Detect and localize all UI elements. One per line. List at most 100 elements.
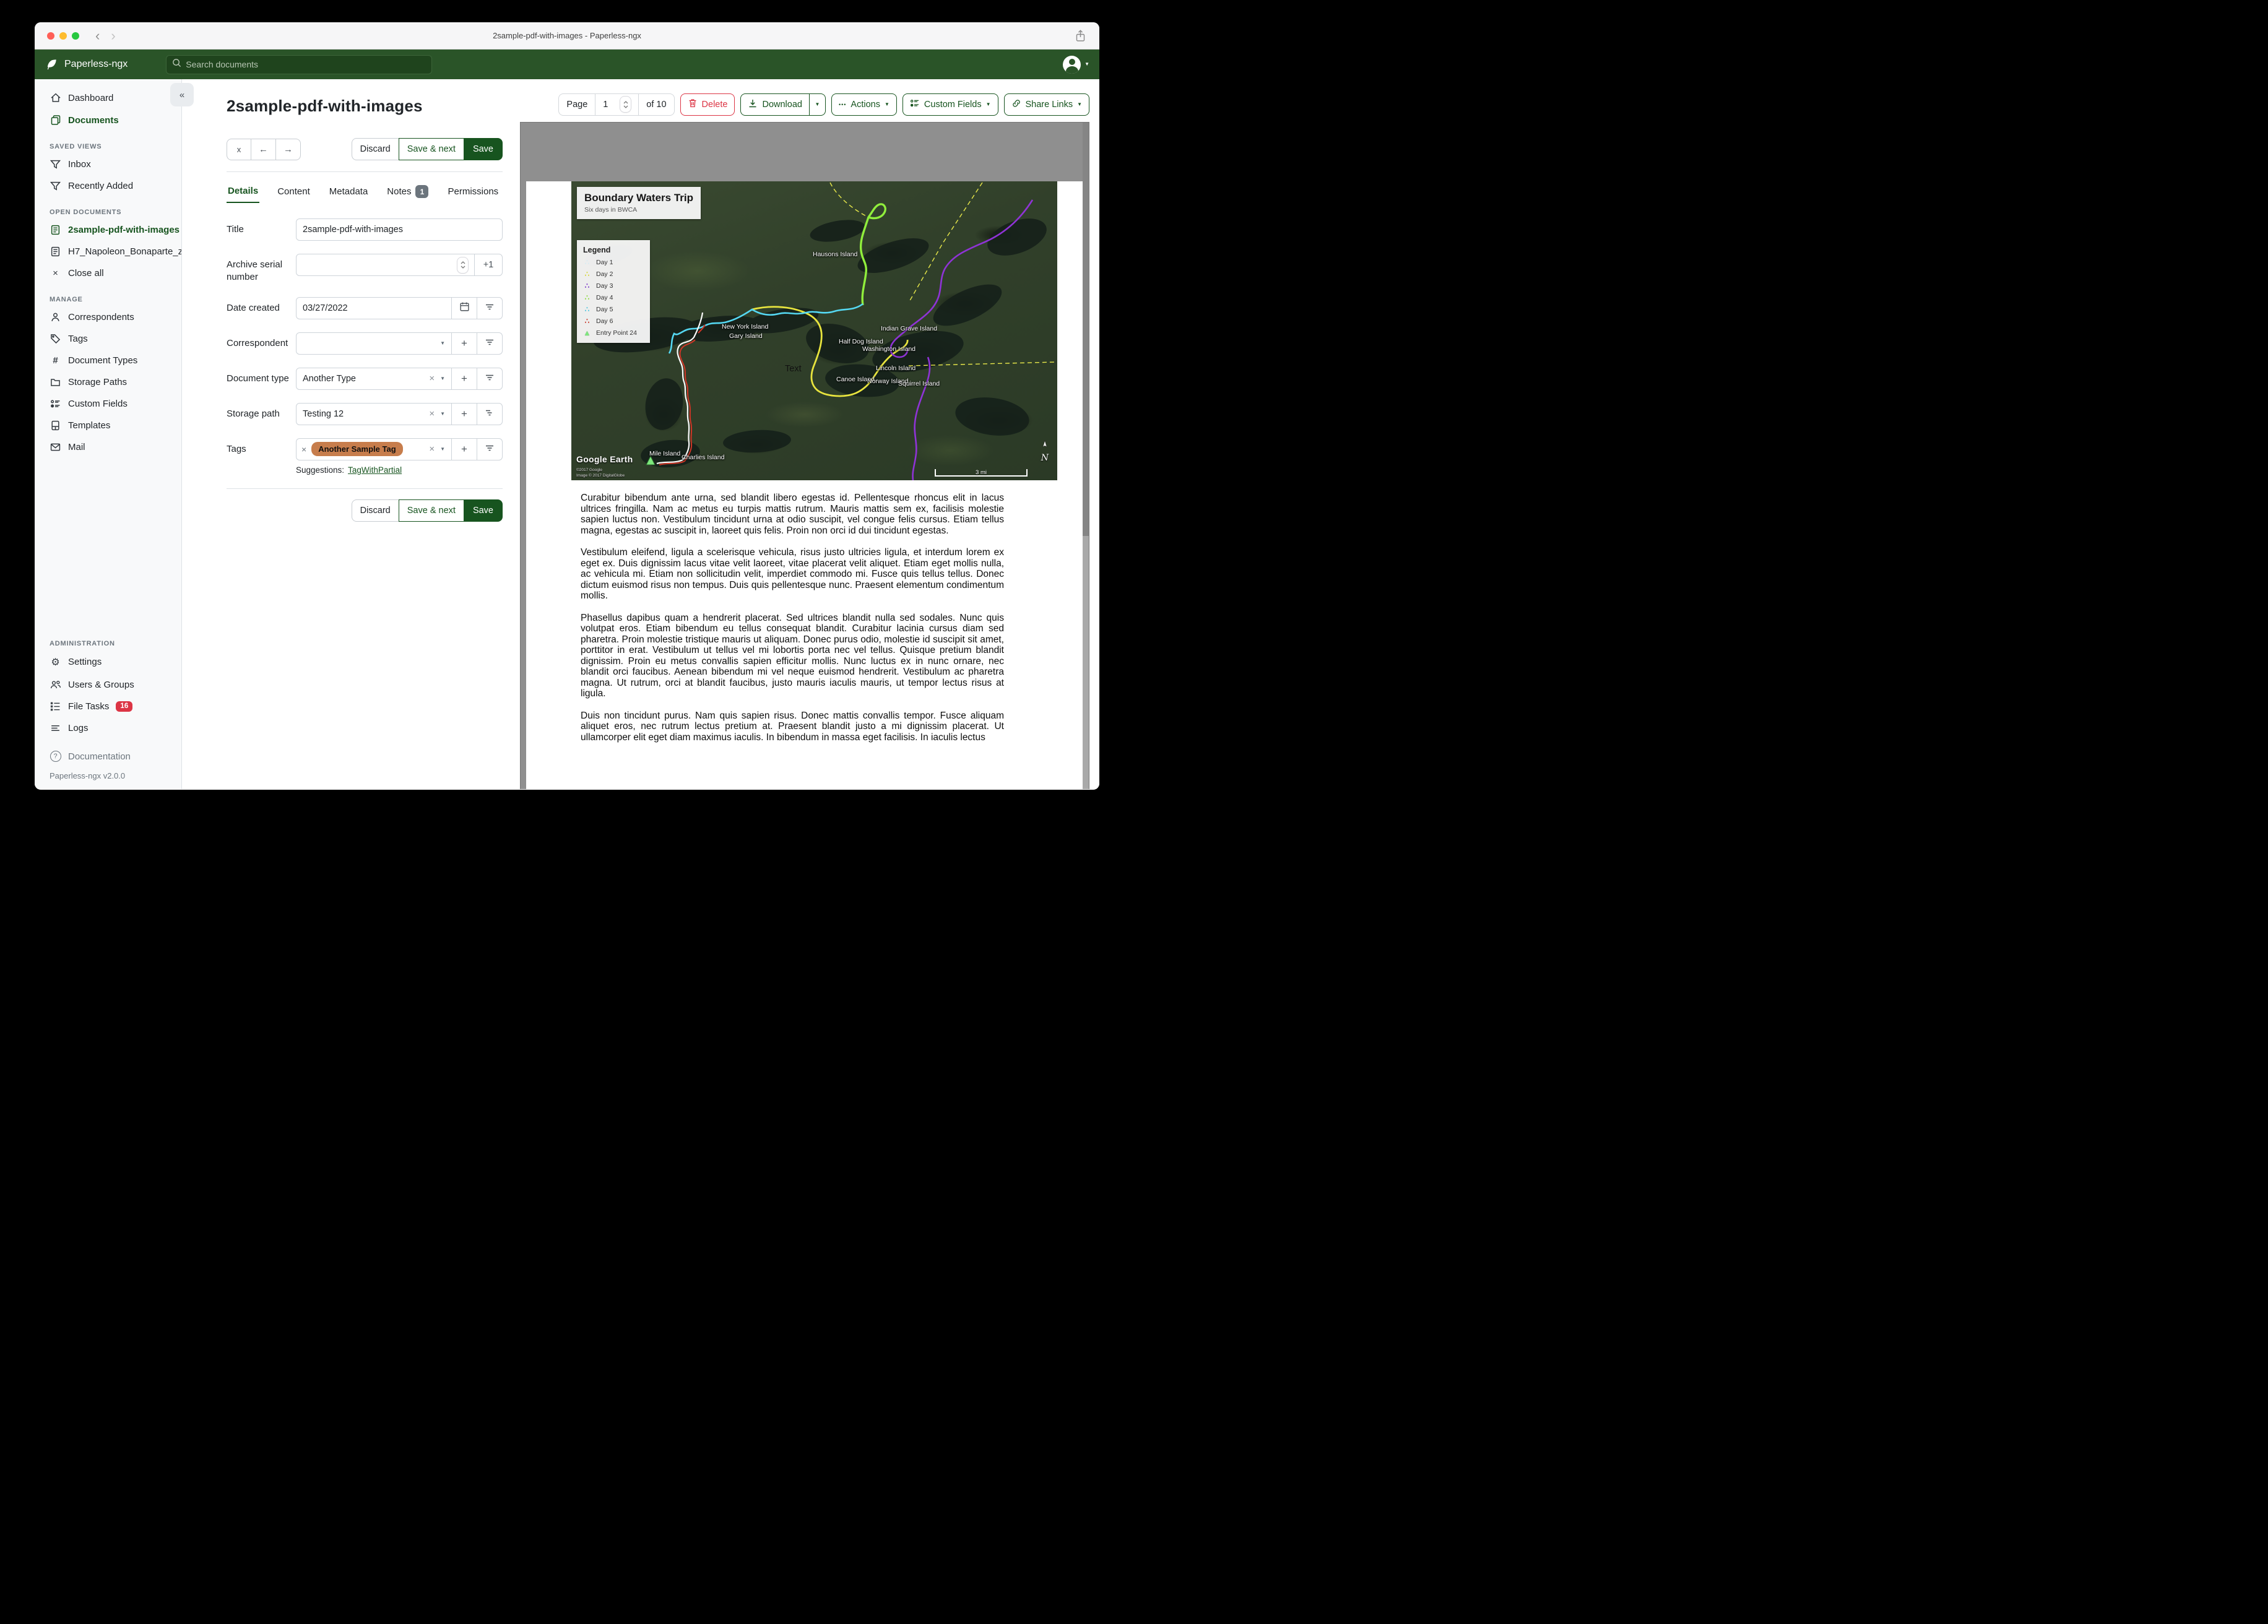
date-created-label: Date created: [227, 302, 280, 313]
pdf-body-text: Curabitur bibendum ante urna, sed blandi…: [581, 493, 1004, 743]
asn-field[interactable]: [303, 260, 457, 270]
date-created-field[interactable]: [303, 303, 445, 313]
share-links-button[interactable]: Share Links ▼: [1003, 93, 1089, 116]
sidebar-item-tags[interactable]: Tags: [35, 328, 181, 350]
map-credit: Image © 2017 DigitalGlobe: [576, 473, 625, 478]
correspondent-add-button[interactable]: +: [451, 332, 477, 355]
tag-chip[interactable]: Another Sample Tag: [311, 442, 403, 456]
tab-permissions[interactable]: Permissions: [446, 181, 500, 202]
delete-button[interactable]: Delete: [680, 93, 735, 116]
sidebar-item-label: Document Types: [68, 355, 138, 366]
sidebar-item-logs[interactable]: Logs: [35, 717, 181, 739]
suggestion-link[interactable]: TagWithPartial: [348, 465, 402, 475]
home-icon: [50, 92, 61, 103]
tags-add-button[interactable]: +: [451, 438, 477, 460]
custom-fields-button[interactable]: Custom Fields ▼: [902, 93, 998, 116]
window-title: 2sample-pdf-with-images - Paperless-ngx: [493, 31, 641, 40]
correspondent-select[interactable]: ▼: [296, 332, 452, 355]
save-next-button[interactable]: Save & next: [398, 138, 464, 160]
page-number-input[interactable]: [603, 99, 617, 110]
filter-funnel-icon: [50, 181, 61, 191]
sidebar-item-label: Tags: [68, 334, 88, 344]
storage-path-add-button[interactable]: +: [451, 402, 477, 425]
sidebar-item-documents[interactable]: Documents: [35, 109, 181, 131]
sidebar-item-correspondents[interactable]: Correspondents: [35, 306, 181, 328]
sidebar-item-templates[interactable]: Templates: [35, 415, 181, 436]
save-button[interactable]: Save: [463, 138, 503, 160]
sidebar-item-storage-paths[interactable]: Storage Paths: [35, 371, 181, 393]
tags-filter-button[interactable]: [477, 438, 503, 460]
correspondent-filter-button[interactable]: [477, 332, 503, 355]
clear-icon[interactable]: ×: [429, 408, 435, 419]
previous-doc-button[interactable]: ←: [251, 138, 276, 160]
sidebar-item-documentation[interactable]: ? Documentation: [35, 745, 181, 767]
document-type-add-button[interactable]: +: [451, 367, 477, 390]
sidebar-item-label: Mail: [68, 442, 85, 452]
sidebar-item-settings[interactable]: ⚙ Settings: [35, 650, 181, 674]
tab-notes[interactable]: Notes 1: [386, 179, 430, 204]
sidebar-item-dashboard[interactable]: Dashboard: [35, 87, 181, 109]
discard-button[interactable]: Discard: [351, 138, 399, 160]
share-icon[interactable]: [1075, 30, 1086, 45]
page-stepper[interactable]: [620, 97, 631, 112]
save-button-bottom[interactable]: Save: [463, 499, 503, 522]
tags-select[interactable]: × Another Sample Tag × ▼: [296, 438, 452, 460]
hash-icon: #: [53, 355, 58, 366]
filter-lines-icon: [485, 408, 495, 420]
save-next-button-bottom[interactable]: Save & next: [398, 499, 464, 522]
chevron-down-icon: ▼: [985, 101, 991, 107]
sidebar-item-users-groups[interactable]: Users & Groups: [35, 674, 181, 696]
storage-path-select[interactable]: Testing 12 × ▼: [296, 402, 452, 425]
sidebar-item-close-all[interactable]: × Close all: [35, 262, 181, 284]
sidebar-item-document-types[interactable]: # Document Types: [35, 350, 181, 371]
next-doc-button[interactable]: →: [275, 138, 301, 160]
filter-lines-icon: [485, 338, 495, 349]
sidebar-item-inbox[interactable]: Inbox: [35, 153, 181, 175]
chevron-down-icon: ▼: [884, 101, 889, 107]
tab-metadata[interactable]: Metadata: [328, 181, 370, 202]
tab-content[interactable]: Content: [276, 181, 311, 202]
download-caret-button[interactable]: ▼: [809, 93, 826, 116]
sidebar-item-file-tasks[interactable]: File Tasks 16: [35, 696, 181, 718]
storage-path-filter-button[interactable]: [477, 402, 503, 425]
asn-stepper[interactable]: [457, 257, 468, 273]
user-menu[interactable]: ▼: [1063, 55, 1089, 74]
document-type-select[interactable]: Another Type × ▼: [296, 367, 452, 390]
clear-icon[interactable]: ×: [429, 373, 435, 384]
users-icon: [50, 680, 61, 690]
search-input[interactable]: [186, 59, 426, 69]
sidebar-item-label: Close all: [68, 268, 104, 279]
tab-details[interactable]: Details: [227, 180, 260, 203]
sidebar-item-open-doc-2[interactable]: H7_Napoleon_Bonaparte_zadanie: [35, 241, 181, 262]
remove-tag-icon[interactable]: ×: [301, 444, 306, 454]
person-icon: [50, 312, 61, 322]
preview-scrollbar[interactable]: [1083, 123, 1089, 789]
sidebar-item-recently-added[interactable]: Recently Added: [35, 175, 181, 197]
actions-button[interactable]: ••• Actions ▼: [831, 93, 897, 116]
map-subtitle: Six days in BWCA: [584, 206, 638, 214]
sidebar-collapse-button[interactable]: «: [170, 83, 194, 106]
calendar-button[interactable]: [451, 296, 477, 319]
sidebar-section-manage: MANAGE: [50, 296, 83, 303]
title-field[interactable]: [303, 225, 496, 235]
discard-button-bottom[interactable]: Discard: [351, 499, 399, 522]
sidebar-item-open-doc-1[interactable]: 2sample-pdf-with-images: [35, 219, 181, 241]
track-icon: ∴: [584, 282, 590, 290]
search-bar[interactable]: [166, 54, 433, 74]
sidebar-item-mail[interactable]: Mail: [35, 436, 181, 458]
sidebar-item-custom-fields[interactable]: Custom Fields: [35, 393, 181, 415]
download-icon: [748, 98, 758, 111]
sidebar-item-label: H7_Napoleon_Bonaparte_zadanie: [68, 246, 182, 257]
map-credit: ©2017 Google: [576, 468, 603, 472]
app-brand[interactable]: Paperless-ngx: [45, 58, 128, 72]
page-navigation: Page of 10: [558, 93, 675, 116]
clear-icon[interactable]: ×: [429, 444, 435, 454]
map-label: Hausons Island: [813, 251, 858, 258]
date-filter-button[interactable]: [477, 296, 503, 319]
document-type-filter-button[interactable]: [477, 367, 503, 390]
asn-plus-one-button[interactable]: +1: [474, 254, 503, 276]
download-button[interactable]: Download: [740, 93, 810, 116]
macos-titlebar: ‹ › 2sample-pdf-with-images - Paperless-…: [35, 22, 1099, 50]
detail-tabs: Details Content Metadata Notes 1 Permiss…: [227, 179, 503, 204]
close-doc-button[interactable]: x: [227, 138, 251, 160]
